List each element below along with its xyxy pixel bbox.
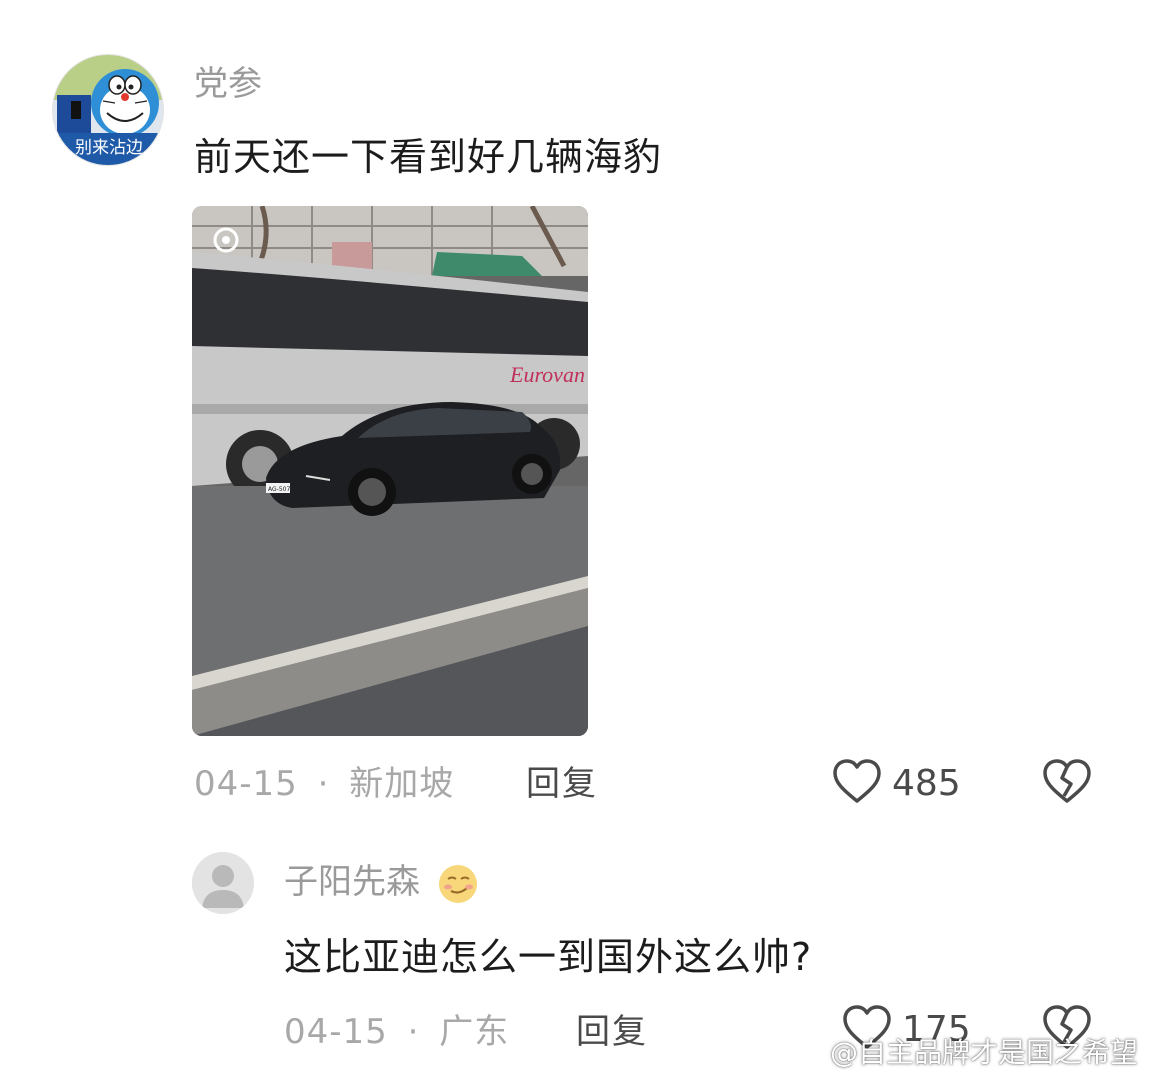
comment-text: 前天还一下看到好几辆海豹 <box>194 135 663 179</box>
car-photo: Eurovan AG-507-GK <box>192 206 588 736</box>
reply-text: 这比亚迪怎么一到国外这么帅? <box>284 935 813 979</box>
smirk-emoji-icon <box>438 864 477 903</box>
default-avatar-icon <box>192 852 254 914</box>
comment-date: 04-15 <box>194 764 298 804</box>
heart-icon <box>833 759 881 803</box>
bus-logo-text: Eurovan <box>509 362 585 387</box>
reply-username-row: 子阳先森 <box>284 862 479 905</box>
broken-heart-icon <box>1043 759 1091 803</box>
comment-username[interactable]: 党参 <box>194 64 262 104</box>
comment-photo[interactable]: Eurovan AG-507-GK <box>192 206 588 736</box>
comment-like-count: 485 <box>892 763 961 804</box>
comment-location: 新加坡 <box>349 764 455 804</box>
license-plate-text: AG-507-GK <box>268 486 302 493</box>
comment-meta: 04-15 · 新加坡 <box>194 764 454 804</box>
weibo-logo-icon <box>786 1042 816 1066</box>
comment-like-button[interactable] <box>832 758 882 810</box>
comment-dislike-button[interactable] <box>1042 758 1092 810</box>
user-avatar[interactable]: 别来沾边 <box>52 54 164 166</box>
meta-separator: · <box>407 1012 420 1052</box>
reply-location: 广东 <box>439 1012 510 1052</box>
watermark-text: @自主品牌才是国之希望 <box>829 1036 1138 1069</box>
meta-separator: · <box>317 764 330 804</box>
reply-avatar[interactable] <box>192 852 254 914</box>
avatar-caption: 别来沾边 <box>75 138 143 158</box>
reply-username[interactable]: 子阳先森 <box>284 862 420 902</box>
reply-meta: 04-15 · 广东 <box>284 1012 509 1052</box>
comment-reply-button[interactable]: 回复 <box>526 764 598 804</box>
watermark: @自主品牌才是国之希望 <box>786 1036 1138 1070</box>
reply-date: 04-15 <box>284 1012 388 1052</box>
reply-reply-button[interactable]: 回复 <box>576 1012 648 1052</box>
